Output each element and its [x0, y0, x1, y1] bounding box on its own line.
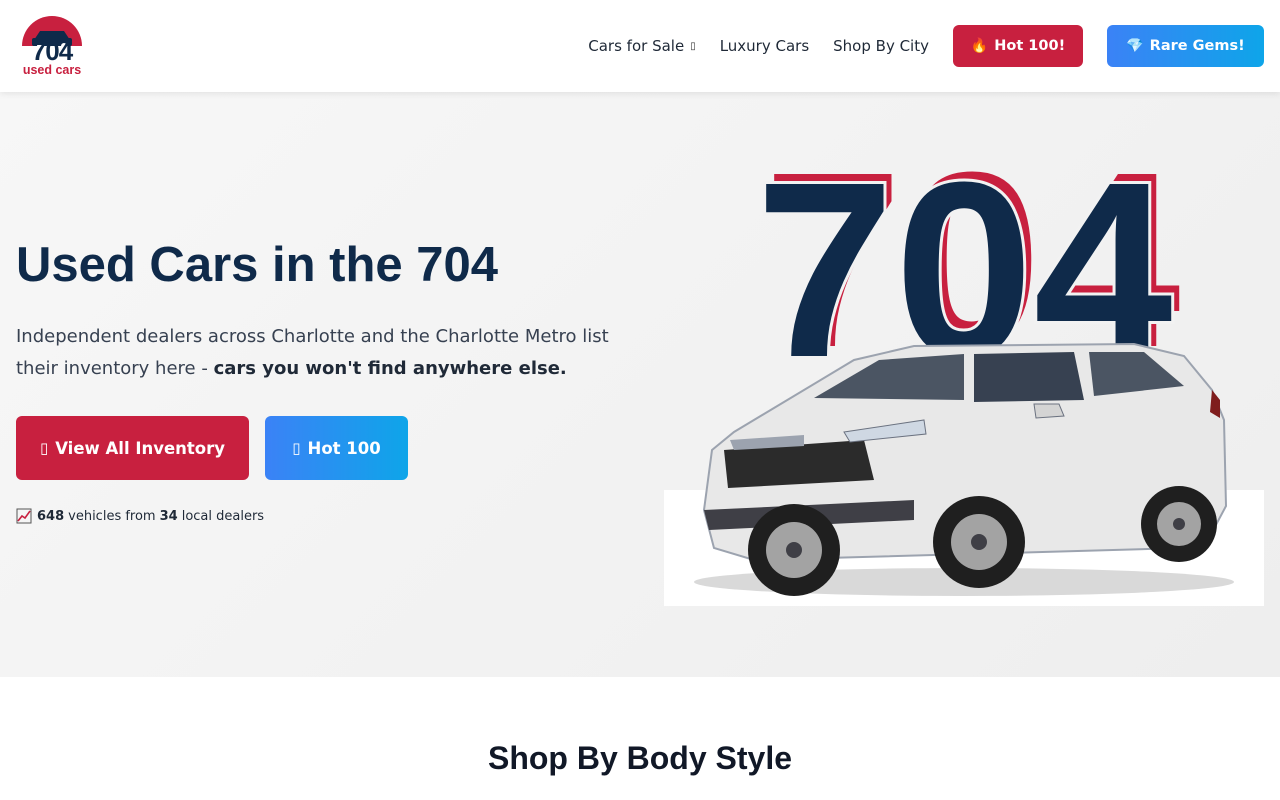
gem-icon: 💎 — [1126, 38, 1144, 54]
nav-shop-by-city[interactable]: Shop By City — [833, 37, 929, 55]
hero-description: Independent dealers across Charlotte and… — [16, 321, 616, 385]
hot-100-hero-button[interactable]: ▯ Hot 100 — [265, 416, 408, 480]
hot-100-nav-label: Hot 100! — [994, 38, 1066, 54]
dealers-count: 34 — [159, 508, 178, 524]
site-logo[interactable]: 704 used cars — [18, 14, 86, 78]
hero-section: Used Cars in the 704 Independent dealers… — [0, 92, 1280, 677]
rare-gems-nav-label: Rare Gems! — [1149, 38, 1245, 54]
rare-gems-nav-button[interactable]: 💎 Rare Gems! — [1107, 25, 1264, 67]
logo-number: 704 — [31, 36, 73, 66]
chevron-down-icon: ▯ — [690, 40, 696, 52]
inventory-stats: 648 vehicles from 34 local dealers — [16, 508, 264, 524]
hot-100-hero-label: Hot 100 — [307, 438, 381, 458]
hot-100-nav-button[interactable]: 🔥 Hot 100! — [953, 25, 1083, 67]
logo-subtitle: used cars — [22, 63, 82, 77]
hero-suv-illustration: 704 704 — [664, 150, 1264, 606]
site-header: 704 used cars Cars for Sale ▯ Luxury Car… — [0, 0, 1280, 92]
hero-title: Used Cars in the 704 — [16, 238, 499, 292]
shop-by-body-style-title: Shop By Body Style — [487, 740, 793, 776]
hero-description-emphasis: cars you won't find anywhere else. — [213, 358, 567, 379]
vehicles-count: 648 — [37, 508, 65, 524]
vehicles-text: vehicles from — [68, 508, 156, 524]
nav-luxury-cars[interactable]: Luxury Cars — [720, 37, 809, 55]
main-nav: Cars for Sale ▯ Luxury Cars Shop By City… — [588, 25, 1264, 67]
view-all-inventory-label: View All Inventory — [55, 438, 226, 458]
fire-icon: ▯ — [292, 439, 301, 457]
nav-cars-for-sale[interactable]: Cars for Sale ▯ — [588, 37, 695, 55]
fire-icon: 🔥 — [970, 38, 989, 54]
dealers-text: local dealers — [181, 508, 265, 524]
chart-icon — [16, 508, 32, 524]
nav-cars-for-sale-label: Cars for Sale — [588, 37, 685, 55]
car-icon: ▯ — [39, 439, 49, 457]
view-all-inventory-button[interactable]: ▯ View All Inventory — [16, 416, 249, 480]
